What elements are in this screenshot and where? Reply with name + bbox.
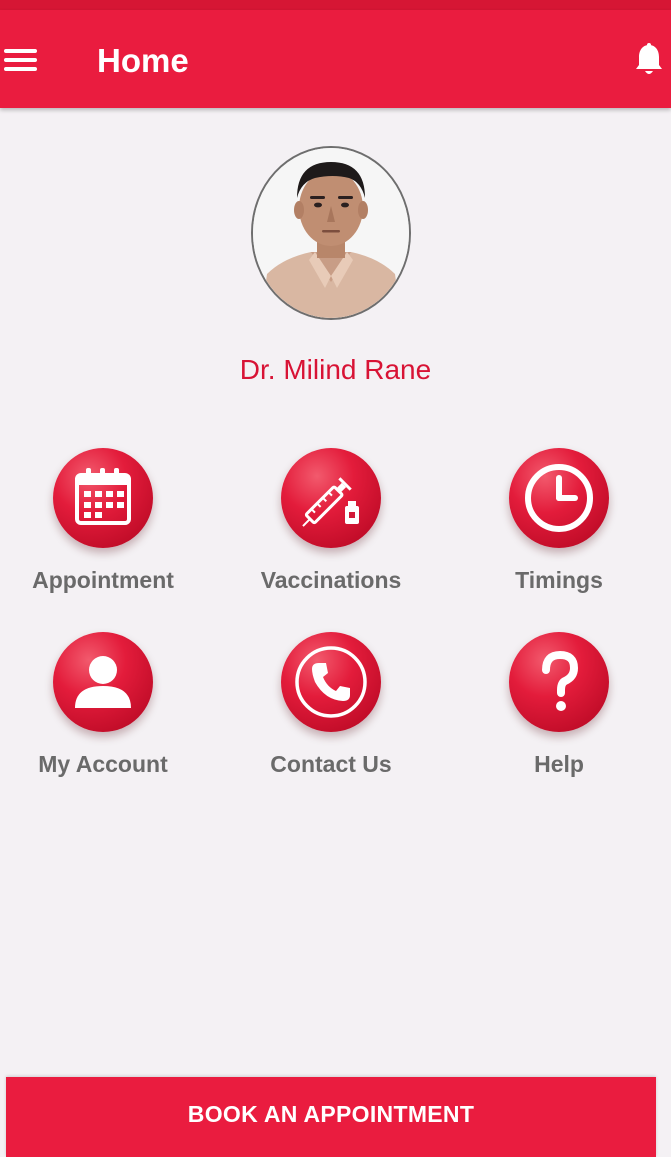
page-title: Home bbox=[97, 42, 189, 79]
doctor-avatar bbox=[251, 146, 411, 320]
bell-icon[interactable] bbox=[633, 42, 665, 78]
question-mark-icon bbox=[509, 632, 609, 732]
phone-icon bbox=[281, 632, 381, 732]
contact-us-tile[interactable]: Contact Us bbox=[231, 632, 431, 792]
vaccinations-label: Vaccinations bbox=[260, 567, 402, 593]
my-account-tile[interactable]: My Account bbox=[3, 632, 203, 792]
help-tile[interactable]: Help bbox=[459, 632, 659, 792]
status-bar bbox=[0, 0, 671, 10]
help-label: Help bbox=[534, 751, 584, 777]
clock-icon bbox=[509, 448, 609, 548]
vaccinations-tile[interactable]: Vaccinations bbox=[231, 448, 431, 608]
appointment-tile[interactable]: Appointment bbox=[3, 448, 203, 608]
syringe-icon bbox=[281, 448, 381, 548]
calendar-icon bbox=[53, 448, 153, 548]
appointment-label: Appointment bbox=[32, 567, 174, 593]
hamburger-menu-icon[interactable] bbox=[0, 44, 40, 76]
doctor-name: Dr. Milind Rane bbox=[239, 354, 432, 385]
contact-us-label: Contact Us bbox=[270, 751, 392, 777]
timings-tile[interactable]: Timings bbox=[459, 448, 659, 608]
timings-label: Timings bbox=[515, 567, 603, 593]
app-bar: Home bbox=[0, 10, 671, 108]
book-appointment-button[interactable]: BOOK AN APPOINTMENT bbox=[6, 1077, 656, 1157]
my-account-label: My Account bbox=[38, 751, 168, 777]
user-icon bbox=[53, 632, 153, 732]
